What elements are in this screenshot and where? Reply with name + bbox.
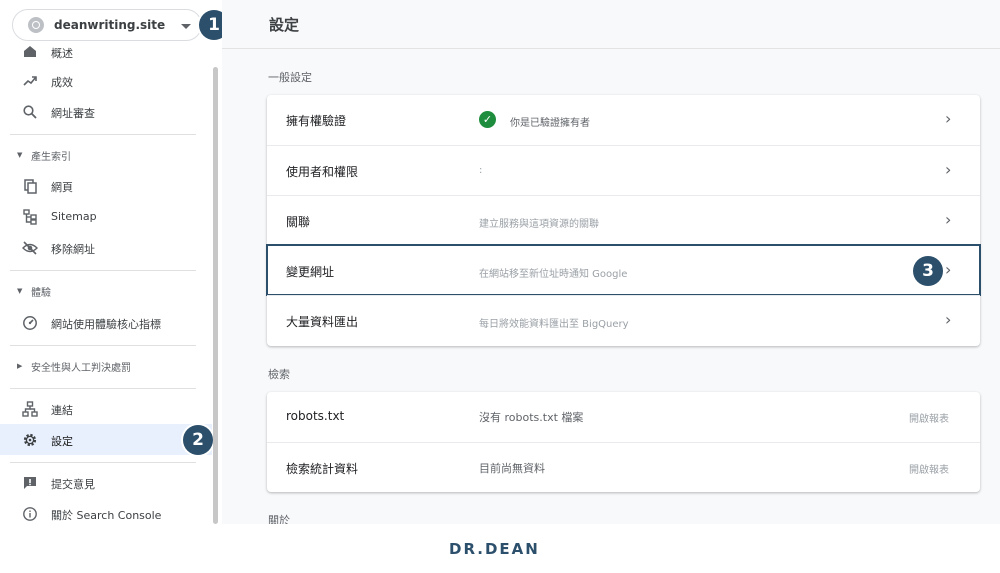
- open-report-link[interactable]: 開啟報表: [909, 410, 949, 425]
- sidebar-item-label: Sitemap: [51, 210, 97, 223]
- row-name: 變更網址: [286, 265, 335, 279]
- sidebar-divider: [10, 270, 196, 271]
- step-badge-2: 2: [183, 425, 213, 455]
- collapse-icon: ▼: [17, 287, 23, 295]
- sidebar-item-core-web-vitals[interactable]: 網站使用體驗核心指標: [0, 307, 212, 338]
- title-divider: [222, 48, 1000, 49]
- row-name: 使用者和權限: [286, 165, 359, 179]
- sidebar-item-about[interactable]: 關於 Search Console: [0, 498, 212, 524]
- row-description: :: [479, 165, 483, 176]
- settings-row-bulk-data-export[interactable]: 大量資料匯出 每日將效能資料匯出至 BigQuery ›: [267, 295, 980, 345]
- sidebar-item-label: 網址審查: [51, 107, 95, 120]
- row-name: 關聯: [286, 215, 311, 229]
- chevron-right-icon: ›: [945, 160, 952, 179]
- sidebar-item-label: 移除網址: [51, 243, 95, 256]
- general-settings-label: 一般設定: [268, 71, 312, 84]
- sidebar-scrollbar[interactable]: [213, 67, 218, 524]
- links-icon: [22, 401, 38, 417]
- row-description: 你是已驗證擁有者: [510, 118, 590, 129]
- chevron-right-icon: ›: [945, 210, 952, 229]
- crawling-card: robots.txt 沒有 robots.txt 檔案 開啟報表 檢索統計資料 …: [267, 392, 980, 492]
- settings-main: 設定 一般設定 擁有權驗證 ✓ 你是已驗證擁有者 › 使用者和權限 : › 關聯…: [222, 0, 1000, 524]
- sidebar-item-label: 概述: [51, 47, 73, 60]
- sidebar-item-label: 連結: [51, 404, 73, 417]
- settings-row-users-permissions[interactable]: 使用者和權限 : ›: [267, 145, 980, 195]
- sidebar-item-feedback[interactable]: 提交意見: [0, 467, 212, 498]
- row-name: 檢索統計資料: [286, 462, 359, 476]
- property-selector[interactable]: deanwriting.site: [12, 9, 202, 41]
- sidebar-item-links[interactable]: 連結: [0, 393, 212, 424]
- speed-icon: [22, 315, 38, 331]
- sidebar: 概述 deanwriting.site 1 成效 網址審查 ▼ 產生索引 網頁 …: [0, 0, 222, 524]
- sidebar-item-performance[interactable]: 成效: [0, 65, 212, 96]
- sidebar-item-sitemap[interactable]: Sitemap: [0, 201, 212, 232]
- gear-icon: [22, 432, 38, 448]
- property-name: deanwriting.site: [54, 18, 166, 32]
- chevron-right-icon: ›: [945, 310, 952, 329]
- about-label: 關於: [268, 514, 290, 524]
- sidebar-section-indexing[interactable]: ▼ 產生索引: [0, 144, 212, 166]
- chevron-right-icon: ›: [945, 109, 952, 128]
- eye-off-icon: [22, 240, 38, 256]
- general-settings-card: 擁有權驗證 ✓ 你是已驗證擁有者 › 使用者和權限 : › 關聯 建立服務與這項…: [266, 95, 981, 346]
- sidebar-section-security[interactable]: ▶ 安全性與人工判決處罰: [0, 355, 212, 377]
- row-name: robots.txt: [286, 409, 345, 423]
- feedback-icon: [22, 475, 38, 491]
- sidebar-item-label: 關於 Search Console: [51, 509, 162, 522]
- brand-logo: DR.DEAN: [449, 540, 540, 558]
- sidebar-item-label: 網站使用體驗核心指標: [51, 318, 161, 331]
- row-description: 在網站移至新位址時通知 Google: [479, 269, 628, 280]
- sidebar-item-removals[interactable]: 移除網址: [0, 232, 212, 263]
- sitemap-icon: [22, 209, 38, 225]
- row-name: 大量資料匯出: [286, 315, 359, 329]
- row-description: 建立服務與這項資源的關聯: [479, 219, 599, 230]
- row-description: 目前尚無資料: [479, 462, 545, 475]
- info-icon: [22, 506, 38, 522]
- sidebar-item-url-inspection[interactable]: 網址審查: [0, 96, 212, 127]
- sidebar-divider: [10, 345, 196, 346]
- open-report-link[interactable]: 開啟報表: [909, 461, 949, 476]
- search-console-app: 概述 deanwriting.site 1 成效 網址審查 ▼ 產生索引 網頁 …: [0, 0, 1000, 524]
- collapse-icon: ▼: [17, 151, 23, 159]
- sidebar-item-settings[interactable]: 設定: [0, 424, 212, 455]
- sidebar-item-label: 網頁: [51, 181, 73, 194]
- sidebar-item-label: 提交意見: [51, 478, 95, 491]
- row-name: 擁有權驗證: [286, 114, 347, 128]
- sidebar-divider: [10, 388, 196, 389]
- page-title: 設定: [269, 16, 300, 34]
- settings-row-robots-txt[interactable]: robots.txt 沒有 robots.txt 檔案 開啟報表: [267, 392, 980, 442]
- section-label: 產生索引: [31, 152, 71, 163]
- row-description: 沒有 robots.txt 檔案: [479, 411, 584, 424]
- settings-row-ownership-verification[interactable]: 擁有權驗證 ✓ 你是已驗證擁有者 ›: [267, 95, 980, 145]
- section-label: 體驗: [31, 288, 51, 299]
- sidebar-item-pages[interactable]: 網頁: [0, 170, 212, 201]
- settings-row-change-of-address[interactable]: 變更網址 在網站移至新位址時通知 Google ›: [266, 244, 981, 296]
- crawling-label: 檢索: [268, 368, 290, 381]
- step-badge-1: 1: [199, 10, 222, 40]
- check-circle-icon: ✓: [479, 111, 496, 128]
- sidebar-section-experience[interactable]: ▼ 體驗: [0, 280, 212, 302]
- sidebar-item-label: 設定: [51, 435, 73, 448]
- sidebar-divider: [10, 134, 196, 135]
- home-icon: [22, 44, 38, 60]
- sidebar-item-label: 成效: [51, 76, 73, 89]
- settings-row-associations[interactable]: 關聯 建立服務與這項資源的關聯 ›: [267, 195, 980, 245]
- sidebar-divider: [10, 462, 196, 463]
- step-badge-3: 3: [913, 256, 943, 286]
- chevron-right-icon: ›: [945, 260, 952, 279]
- expand-icon: ▶: [17, 362, 23, 370]
- search-icon: [22, 104, 38, 120]
- chevron-down-icon: [181, 24, 191, 29]
- settings-row-crawl-stats[interactable]: 檢索統計資料 目前尚無資料 開啟報表: [267, 442, 980, 492]
- pages-icon: [22, 178, 38, 194]
- section-label: 安全性與人工判決處罰: [31, 363, 131, 374]
- trending-up-icon: [22, 73, 38, 89]
- row-description: 每日將效能資料匯出至 BigQuery: [479, 319, 629, 330]
- globe-icon: [28, 17, 44, 33]
